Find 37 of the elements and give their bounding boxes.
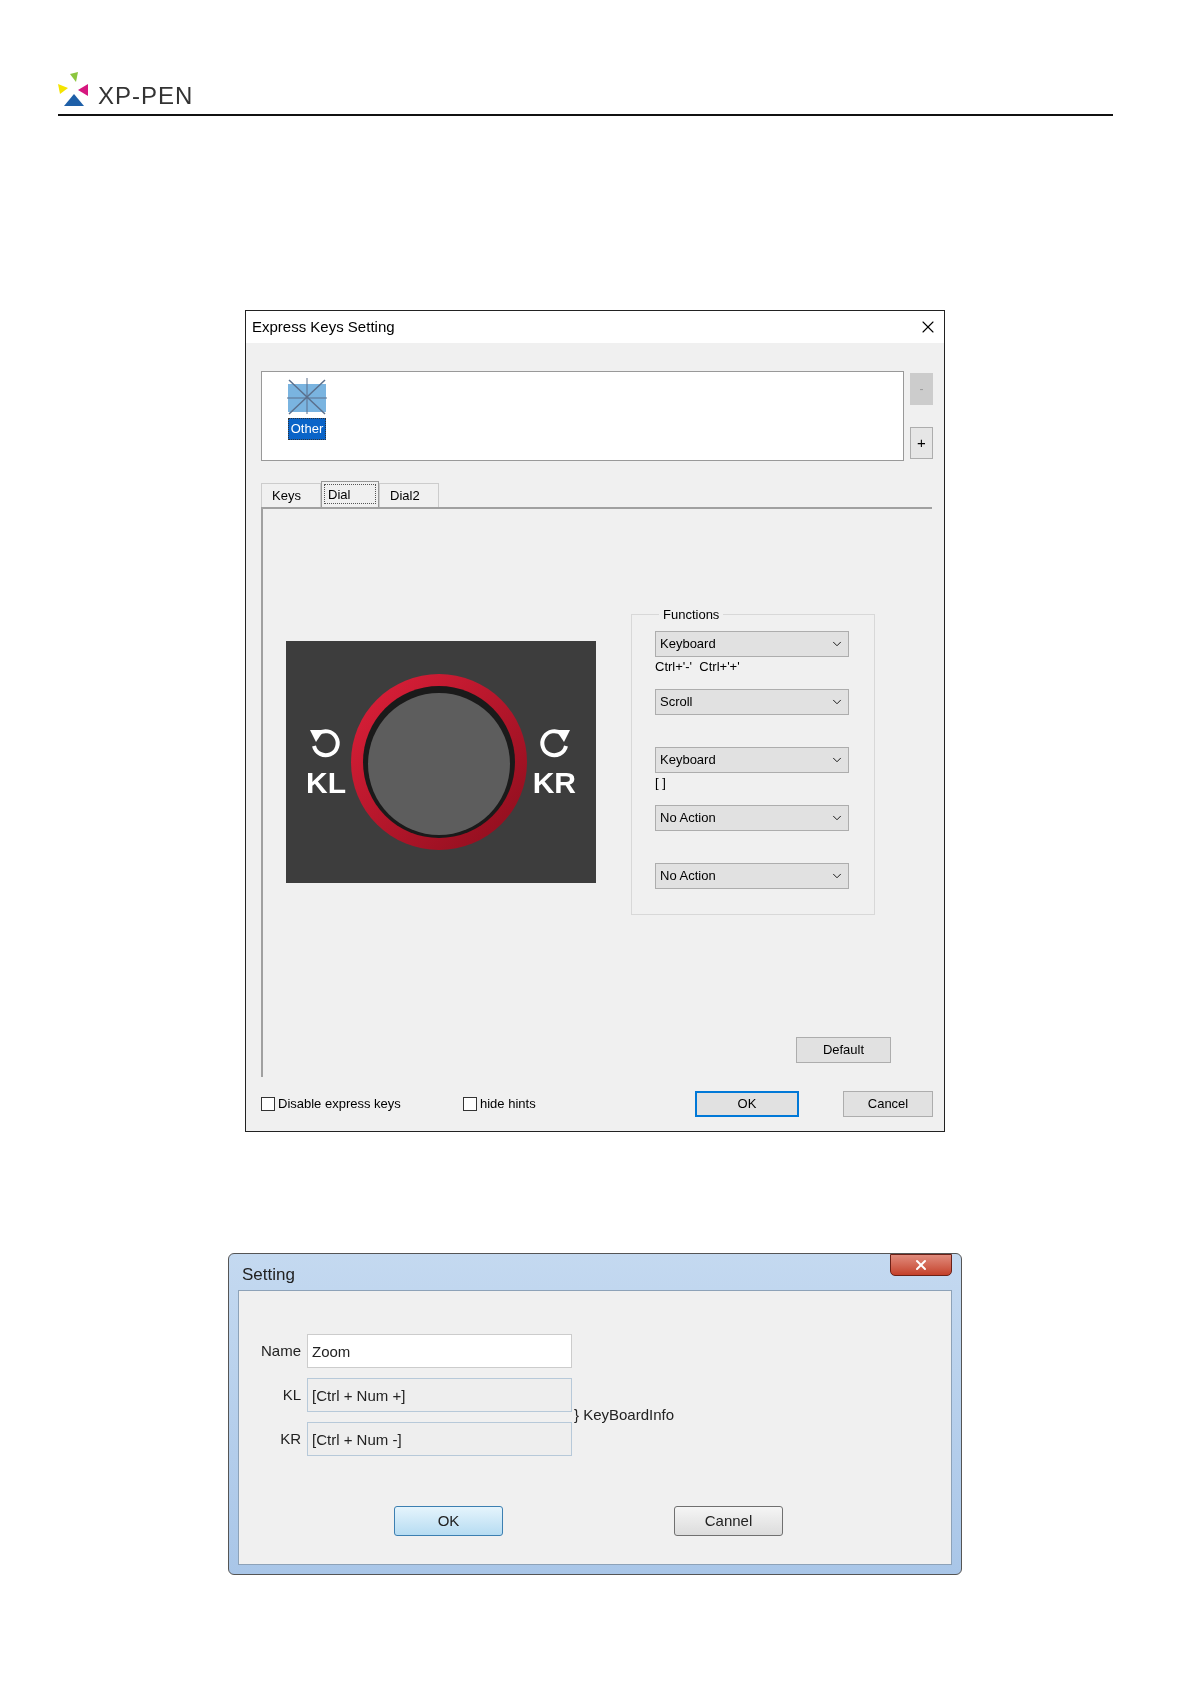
shortcut-field[interactable]: [Ctrl + Num -] bbox=[307, 1422, 572, 1456]
tab[interactable]: Dial bbox=[321, 481, 379, 507]
field-label: Name bbox=[260, 1340, 302, 1361]
name-field[interactable]: Zoom bbox=[307, 1334, 572, 1368]
function-dropdown[interactable]: Keyboard bbox=[655, 746, 849, 773]
checkbox-label: hide hints bbox=[480, 1095, 536, 1114]
window-title: Setting bbox=[242, 1264, 295, 1286]
close-icon bbox=[913, 1257, 929, 1273]
app-label[interactable]: Other bbox=[287, 418, 327, 440]
window-title: Express Keys Setting bbox=[252, 316, 395, 337]
ok-button[interactable]: OK bbox=[695, 1091, 799, 1117]
cancel-button[interactable]: Cancel bbox=[843, 1091, 933, 1117]
ok-button[interactable]: OK bbox=[394, 1506, 503, 1536]
checkbox[interactable] bbox=[463, 1097, 477, 1111]
function-dropdown[interactable]: Keyboard bbox=[655, 630, 849, 657]
function-dropdown[interactable]: No Action bbox=[655, 862, 849, 889]
group-label: } KeyBoardInfo bbox=[574, 1404, 675, 1425]
shortcut-hint: [ ] bbox=[655, 774, 666, 790]
checkbox[interactable] bbox=[261, 1097, 275, 1111]
app-icon[interactable] bbox=[287, 378, 327, 416]
function-dropdown[interactable]: No Action bbox=[655, 804, 849, 831]
checkbox-label: Disable express keys bbox=[278, 1095, 401, 1114]
cancel-button[interactable]: Cannel bbox=[674, 1506, 783, 1536]
close-button[interactable] bbox=[890, 1254, 952, 1276]
field-label: KR bbox=[279, 1428, 302, 1449]
tab[interactable]: Keys bbox=[261, 483, 321, 507]
brand-name: XP-PEN bbox=[98, 84, 194, 108]
default-button[interactable]: Default bbox=[796, 1037, 891, 1063]
function-dropdown[interactable]: Scroll bbox=[655, 688, 849, 715]
add-button[interactable]: + bbox=[910, 427, 933, 459]
shortcut-hint: Ctrl+'-' Ctrl+'+' bbox=[655, 658, 740, 674]
tab[interactable]: Dial2 bbox=[379, 483, 439, 507]
dial-label: KR bbox=[532, 768, 576, 798]
group-title: Functions bbox=[662, 606, 721, 624]
dial-label: KL bbox=[306, 768, 346, 798]
field-label: KL bbox=[281, 1384, 302, 1405]
shortcut-field[interactable]: [Ctrl + Num +] bbox=[307, 1378, 572, 1412]
